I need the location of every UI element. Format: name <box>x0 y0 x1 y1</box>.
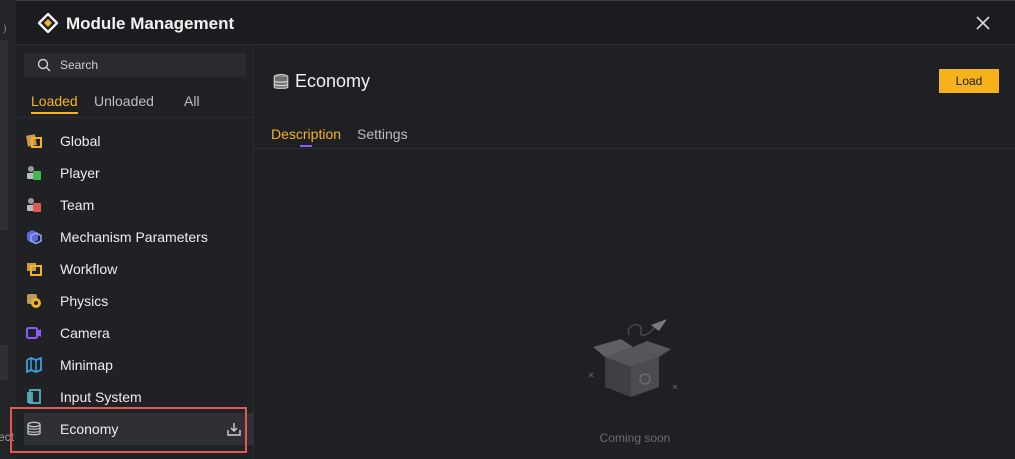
sidebar-item-team[interactable]: Team <box>16 189 254 221</box>
sidebar-item-label: Minimap <box>60 357 113 373</box>
team-icon <box>27 198 41 212</box>
dialog-titlebar: Module Management <box>16 1 1015 45</box>
module-logo-icon <box>38 13 58 33</box>
sidebar-item-physics[interactable]: Physics <box>16 285 254 317</box>
search-icon <box>37 58 51 72</box>
workflow-icon <box>27 263 42 276</box>
background-text: ect <box>0 430 15 444</box>
sidebar-item-economy[interactable]: Economy <box>24 413 254 445</box>
module-detail-panel: Economy Load Description Settings Coming… <box>255 45 1015 459</box>
background-text: ) <box>2 24 9 35</box>
sidebar-item-mechanism-parameters[interactable]: Mechanism Parameters <box>16 221 254 253</box>
tab-loaded[interactable]: Loaded <box>31 93 78 114</box>
player-icon <box>27 166 41 180</box>
search-placeholder: Search <box>60 58 99 72</box>
filter-tabs: Loaded Unloaded All <box>24 89 246 117</box>
module-title: Economy <box>295 71 371 91</box>
sidebar-item-label: Mechanism Parameters <box>60 229 208 245</box>
sidebar-item-label: Team <box>60 197 95 213</box>
sidebar-item-label: Global <box>60 133 101 149</box>
tab-description[interactable]: Description <box>271 126 341 142</box>
sidebar-item-minimap[interactable]: Minimap <box>16 349 254 381</box>
sidebar-item-label: Economy <box>60 421 119 437</box>
tab-all[interactable]: All <box>184 93 200 112</box>
close-icon[interactable] <box>975 15 991 31</box>
empty-state-text: Coming soon <box>599 431 671 445</box>
sidebar-item-input-system[interactable]: Input System <box>16 381 254 413</box>
sidebar-item-workflow[interactable]: Workflow <box>16 253 254 285</box>
search-input[interactable]: Search <box>24 53 246 77</box>
economy-icon <box>27 421 41 436</box>
background-panel <box>0 40 8 230</box>
minimap-icon <box>26 357 42 373</box>
economy-icon <box>273 73 289 89</box>
mechanism-icon <box>27 230 42 245</box>
module-list: Global Player Team Mechanism Parameters … <box>16 125 254 445</box>
sidebar-item-label: Physics <box>60 293 109 309</box>
camera-icon <box>26 327 41 339</box>
background-app-left: ) ect <box>0 0 16 459</box>
background-panel <box>0 345 8 380</box>
sidebar-divider <box>16 117 254 118</box>
tab-unloaded[interactable]: Unloaded <box>94 93 154 112</box>
active-tab-underline <box>300 145 312 147</box>
empty-box-icon <box>588 319 678 397</box>
tab-settings[interactable]: Settings <box>357 126 408 142</box>
input-system-icon <box>27 389 41 404</box>
sidebar-item-label: Workflow <box>60 261 118 277</box>
load-button[interactable]: Load <box>939 69 999 93</box>
sidebar-item-global[interactable]: Global <box>16 125 254 157</box>
module-sidebar: Search Loaded Unloaded All Global Player… <box>16 45 254 459</box>
sidebar-item-label: Player <box>60 165 100 181</box>
physics-icon <box>27 294 41 308</box>
sidebar-item-label: Input System <box>60 389 142 405</box>
detail-tabs: Description Settings <box>255 117 1015 149</box>
sidebar-item-camera[interactable]: Camera <box>16 317 254 349</box>
module-management-dialog: Module Management Search Loaded Unloaded… <box>16 0 1015 459</box>
sidebar-item-player[interactable]: Player <box>16 157 254 189</box>
download-icon[interactable] <box>226 421 242 437</box>
dialog-title: Module Management <box>66 14 235 33</box>
global-icon <box>26 134 42 148</box>
sidebar-item-label: Camera <box>60 325 110 341</box>
